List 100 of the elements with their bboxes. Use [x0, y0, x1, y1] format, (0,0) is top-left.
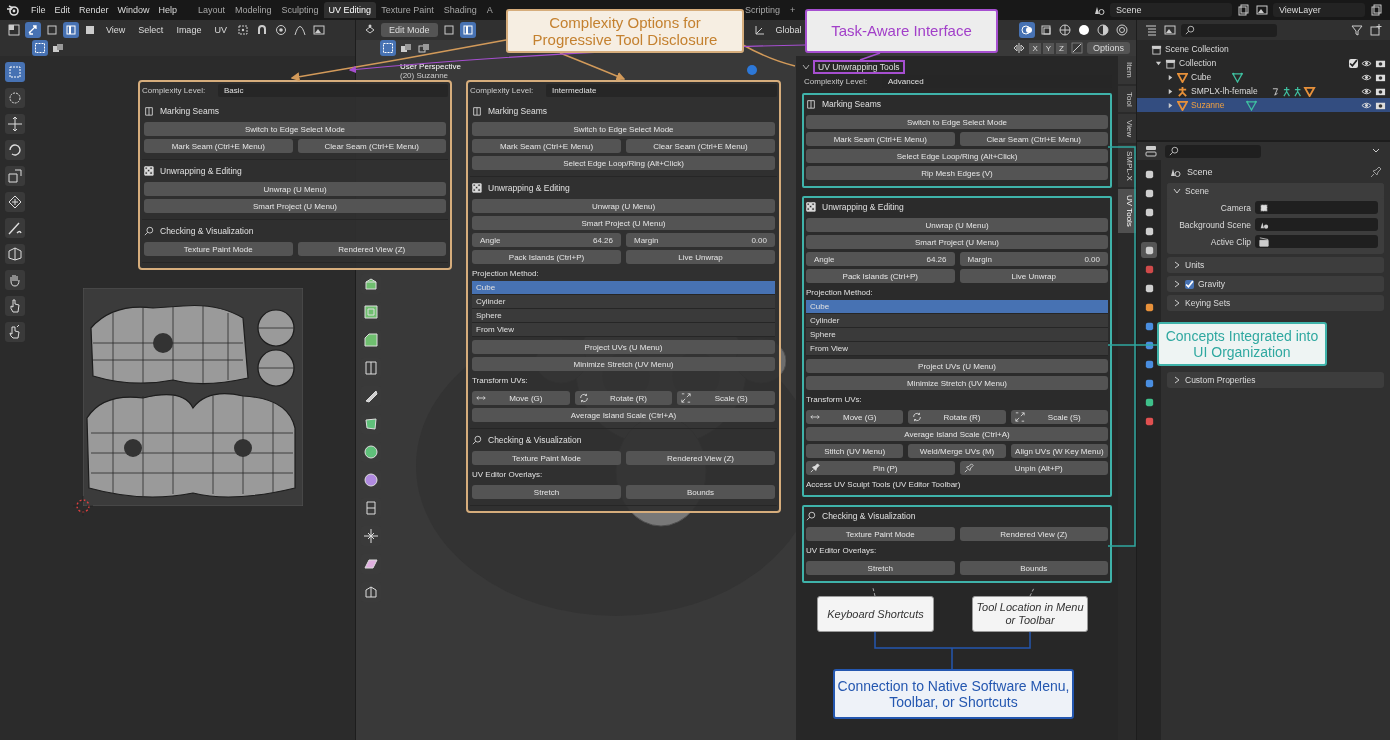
pin-icon[interactable] — [1368, 164, 1384, 180]
tool-button[interactable]: Clear Seam (Ctrl+E Menu) — [297, 139, 446, 153]
new-collection-icon[interactable] — [1368, 22, 1384, 38]
tool-button[interactable]: Unwrap (U Menu) — [144, 182, 446, 196]
rip-tool-icon[interactable] — [5, 244, 25, 264]
material-shading-icon[interactable] — [1095, 22, 1111, 38]
tool-button[interactable]: Stretch — [806, 561, 955, 575]
image-icon[interactable] — [1254, 2, 1270, 18]
tool-button[interactable]: Smart Project (U Menu) — [806, 235, 1108, 249]
outliner-row[interactable]: Cube — [1137, 70, 1390, 84]
tool-button[interactable]: Live Unwrap — [626, 250, 775, 264]
cursor-tool-icon[interactable] — [5, 88, 25, 108]
rendered-shading-icon[interactable] — [1114, 22, 1130, 38]
mode-dropdown[interactable]: Edit Mode — [381, 23, 438, 37]
collapse-chevron-icon[interactable] — [802, 62, 810, 71]
tool-button[interactable]: Align UVs (W Key Menu) — [1010, 444, 1108, 458]
tool-button[interactable]: Clear Seam (Ctrl+E Menu) — [626, 139, 775, 153]
tool-button[interactable]: Mark Seam (Ctrl+E Menu) — [472, 139, 621, 153]
mirror-axis-toggle[interactable]: Y — [1042, 42, 1055, 54]
search-field[interactable] — [1165, 144, 1261, 158]
tool-button[interactable]: Clear Seam (Ctrl+E Menu) — [959, 132, 1108, 146]
filter-icon[interactable] — [1349, 22, 1365, 38]
tool-button[interactable]: Move (G) — [472, 391, 570, 405]
tool-button[interactable]: Bounds — [626, 485, 775, 499]
menu-item[interactable]: Render — [75, 5, 113, 15]
search-field[interactable] — [1181, 23, 1277, 37]
wireframe-shading-icon[interactable] — [1057, 22, 1073, 38]
menu-item[interactable]: Help — [154, 5, 182, 15]
overlay-icon[interactable] — [1019, 22, 1035, 38]
list-item[interactable]: From View — [472, 323, 775, 337]
panel-header[interactable]: Units — [1167, 257, 1384, 273]
menu-item[interactable]: UV — [209, 25, 232, 35]
sidebar-tab[interactable]: Item — [1118, 56, 1136, 84]
pinch-tool-icon[interactable] — [5, 322, 25, 342]
rotate-tool-icon[interactable] — [5, 140, 25, 160]
tool-button[interactable]: Unwrap (U Menu) — [472, 199, 775, 213]
outliner-row[interactable]: SMPLX-lh-female — [1137, 84, 1390, 98]
menu-item[interactable]: Select — [133, 25, 169, 35]
tool-button[interactable]: Smart Project (U Menu) — [144, 199, 446, 213]
select-mode-icon[interactable] — [32, 40, 48, 56]
copy-icon[interactable] — [1368, 2, 1384, 18]
list-item[interactable]: Cube — [472, 281, 775, 295]
edge-select-icon[interactable] — [63, 22, 79, 38]
tool-button[interactable]: Texture Paint Mode — [806, 527, 955, 541]
tool-button[interactable]: Switch to Edge Select Mode — [472, 122, 775, 136]
solid-shading-icon[interactable] — [1076, 22, 1092, 38]
tool-button[interactable]: Select Edge Loop/Ring (Alt+Click) — [806, 149, 1108, 163]
disclosure-triangle-icon[interactable] — [1167, 87, 1174, 95]
view-layer-selector[interactable]: ViewLayer — [1273, 3, 1365, 17]
disclosure-triangle-icon[interactable] — [1167, 101, 1174, 109]
outliner-row[interactable]: Collection — [1137, 56, 1390, 70]
menu-item[interactable]: View — [101, 25, 131, 35]
mesh-data-icon[interactable] — [1245, 99, 1257, 111]
relax-tool-icon[interactable] — [5, 296, 25, 316]
tool-button[interactable]: Bounds — [959, 561, 1108, 575]
auto-merge-icon[interactable] — [1068, 40, 1085, 56]
tool-button[interactable]: Unwrap (U Menu) — [806, 218, 1108, 232]
sidebar-tab[interactable]: Tool — [1118, 85, 1136, 113]
scale-tool-icon[interactable] — [5, 166, 25, 186]
list-item[interactable]: Cylinder — [472, 295, 775, 309]
outliner-row[interactable]: Suzanne — [1137, 98, 1390, 112]
workspace-tab[interactable]: Sculpting — [276, 2, 324, 18]
menu-item[interactable]: Edit — [50, 5, 75, 15]
workspace-tab[interactable]: Shading — [438, 2, 482, 18]
tool-button[interactable]: Minimize Stretch (UV Menu) — [806, 376, 1108, 390]
tool-button[interactable]: Rendered View (Z) — [626, 451, 775, 465]
list-item[interactable]: Cylinder — [806, 314, 1108, 328]
tool-button[interactable]: Project UVs (U Menu) — [472, 340, 775, 354]
tool-button[interactable]: Stretch — [472, 485, 621, 499]
tool-button[interactable]: Select Edge Loop/Ring (Alt+Click) — [472, 156, 775, 170]
menu-item[interactable]: Window — [113, 5, 154, 15]
armature-data-icons[interactable] — [1270, 85, 1317, 97]
panel-header[interactable]: Custom Properties — [1167, 372, 1384, 388]
tool-button[interactable]: Average Island Scale (Ctrl+A) — [472, 408, 775, 422]
orientation-dropdown[interactable]: Global — [770, 25, 807, 35]
list-item[interactable]: Sphere — [472, 309, 775, 323]
disclosure-triangle-icon[interactable] — [1155, 59, 1162, 67]
options-dropdown[interactable]: Options — [1086, 42, 1130, 54]
tool-button[interactable]: Scale (S) — [677, 391, 775, 405]
tool-button[interactable]: Average Island Scale (Ctrl+A) — [806, 427, 1108, 441]
menu-item[interactable]: File — [27, 5, 50, 15]
complexity-dropdown[interactable]: Basic — [218, 84, 448, 97]
tool-button[interactable]: Switch to Edge Select Mode — [144, 122, 446, 136]
add-workspace-button[interactable]: + — [785, 2, 801, 18]
workspace-tab[interactable]: A — [481, 2, 498, 18]
checkbox[interactable] — [1185, 279, 1194, 289]
tool-button[interactable]: Weld/Merge UVs (M) — [908, 444, 1006, 458]
display-mode-icon[interactable] — [1162, 22, 1178, 38]
number-field[interactable]: Angle 64.26 — [472, 233, 621, 247]
workspace-tab[interactable]: UV Editing — [323, 2, 377, 18]
edge-select-icon[interactable] — [459, 22, 476, 38]
tool-button[interactable]: Switch to Edge Select Mode — [806, 115, 1108, 129]
workspace-tab[interactable]: Texture Paint — [376, 2, 439, 18]
tool-button[interactable]: Move (G) — [806, 410, 904, 424]
select-tool-icon[interactable] — [5, 62, 25, 82]
annotate-tool-icon[interactable] — [5, 218, 25, 238]
axis-gizmo-icon[interactable] — [746, 64, 758, 76]
sidebar-tab[interactable]: View — [1118, 114, 1136, 144]
inset-tool-icon[interactable] — [361, 302, 381, 322]
tool-button[interactable]: Texture Paint Mode — [472, 451, 621, 465]
